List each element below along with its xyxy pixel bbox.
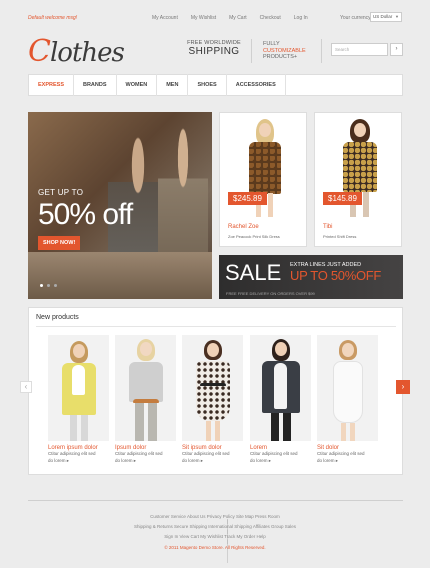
footer-link[interactable]: Track My Order <box>224 534 255 539</box>
product-card[interactable]: Lorem ipsum dolor Ctitur adipiscing elit… <box>48 335 109 464</box>
search-input[interactable]: Search <box>331 43 388 56</box>
hero-upto: GET UP TO <box>38 188 84 197</box>
hero-background <box>28 252 212 299</box>
product-name[interactable]: Rachel Zoe <box>228 224 259 230</box>
logo[interactable]: Clothes <box>28 34 125 69</box>
divider <box>321 39 322 63</box>
nav-item-shoes[interactable]: SHOES <box>188 74 227 96</box>
product-more-link[interactable]: do lorem ▸ <box>250 458 311 464</box>
product-more-link[interactable]: do lorem ▸ <box>182 458 243 464</box>
slider-dot[interactable] <box>54 284 57 287</box>
product-desc: Zoe Peacock Print Silk Dress <box>228 234 280 239</box>
my-wishlist-link[interactable]: My Wishlist <box>191 15 216 21</box>
welcome-message: Default welcome msg! <box>28 15 78 21</box>
shipping-banner: FREE WORLDWIDE SHIPPING <box>186 40 242 57</box>
login-link[interactable]: Log In <box>294 15 308 21</box>
customizable-banner: FULLY CUSTOMIZABLE PRODUCTS+ <box>263 41 306 60</box>
product-price: $145.89 <box>323 192 362 205</box>
footer-link[interactable]: Customer Service <box>150 514 186 519</box>
product-image[interactable] <box>182 335 243 441</box>
product-more-link[interactable]: do lorem ▸ <box>115 458 176 464</box>
footer-links-row: Sign In| View Cart| My Wishlist| Track M… <box>0 534 430 563</box>
hero-discount: 50% off <box>38 198 133 231</box>
divider <box>251 39 252 63</box>
footer-links-row: Shipping & Returns| Secure Shipping| Int… <box>0 524 430 553</box>
footer-link[interactable]: Press Room <box>255 514 280 519</box>
carousel-next-button[interactable]: › <box>396 380 410 394</box>
footer-links-row: Customer Service| About Us| Privacy Poli… <box>0 514 430 543</box>
footer-link[interactable]: Secure Shipping <box>174 524 207 529</box>
product-desc: Ctitur adipiscing elit sed <box>48 451 96 456</box>
main-nav: EXPRESS BRANDS WOMEN MEN SHOES ACCESSORI… <box>28 74 403 96</box>
shipping-line2: SHIPPING <box>188 46 240 57</box>
checkout-link[interactable]: Checkout <box>260 15 281 21</box>
currency-select[interactable]: US Dollar ▼ <box>370 12 402 22</box>
product-more-link[interactable]: do lorem ▸ <box>48 458 109 464</box>
currency-label: Your currency: <box>340 15 373 21</box>
sale-banner[interactable]: SALE EXTRA LINES JUST ADDED UP TO 50%OFF… <box>219 255 403 299</box>
nav-item-brands[interactable]: BRANDS <box>74 74 117 96</box>
product-desc: Ctitur adipiscing elit sed <box>182 451 230 456</box>
product-card[interactable]: Lorem Ctitur adipiscing elit sed do lore… <box>250 335 311 464</box>
footer-link[interactable]: Affiliates <box>253 524 270 529</box>
sale-discount: UP TO 50%OFF <box>290 268 382 283</box>
product-card[interactable]: Ipsum dolor Ctitur adipiscing elit sed d… <box>115 335 176 464</box>
carousel-prev-button[interactable]: ‹ <box>20 381 32 393</box>
account-links: My Account My Wishlist My Cart Checkout … <box>152 15 321 21</box>
product-image[interactable] <box>250 335 311 441</box>
sale-title: SALE <box>225 260 282 285</box>
product-image[interactable] <box>48 335 109 441</box>
my-account-link[interactable]: My Account <box>152 15 178 21</box>
slider-dot[interactable] <box>47 284 50 287</box>
site-header: Clothes FREE WORLDWIDE SHIPPING FULLY CU… <box>28 34 403 72</box>
product-desc: Ctitur adipiscing elit sed <box>250 451 298 456</box>
footer-link[interactable]: Shipping & Returns <box>134 524 173 529</box>
divider <box>36 326 396 327</box>
slider-dots <box>40 284 57 287</box>
nav-item-accessories[interactable]: ACCESSORIES <box>227 74 286 96</box>
footer-link[interactable]: About Us <box>187 514 206 519</box>
product-card[interactable]: Sit dolor Ctitur adipiscing elit sed do … <box>317 335 378 464</box>
product-name[interactable]: Tibi <box>323 224 332 230</box>
footer-link[interactable]: Help <box>257 534 266 539</box>
nav-item-men[interactable]: MEN <box>157 74 189 96</box>
my-cart-link[interactable]: My Cart <box>229 15 247 21</box>
product-desc: Ctitur adipiscing elit sed <box>317 451 365 456</box>
sale-delivery-note: FREE FREE DELIVERY ON ORDERS OVER $99 <box>226 291 315 296</box>
section-title: New products <box>36 314 79 321</box>
product-price: $245.89 <box>228 192 267 205</box>
footer-link[interactable]: International Shipping <box>208 524 252 529</box>
footer-link[interactable]: Privacy Policy <box>207 514 235 519</box>
footer-link[interactable]: Site Map <box>236 514 254 519</box>
slider-dot[interactable] <box>40 284 43 287</box>
currency-value: US Dollar <box>373 14 393 19</box>
promo-card[interactable]: $145.89 Tibi Printed Shift Dress <box>314 112 402 247</box>
chevron-down-icon: ▼ <box>395 14 399 19</box>
nav-item-women[interactable]: WOMEN <box>117 74 158 96</box>
top-bar: Default welcome msg! My Account My Wishl… <box>0 0 430 28</box>
copyright: © 2011 Magento Demo Store. All Rights Re… <box>164 545 266 550</box>
new-products-section: New products Lorem ipsum dolor Ctitur ad… <box>28 307 403 475</box>
product-more-link[interactable]: do lorem ▸ <box>317 458 378 464</box>
footer-link[interactable]: My Wishlist <box>200 534 223 539</box>
shop-now-button[interactable]: SHOP NOW! <box>38 236 81 250</box>
footer-link[interactable]: View Cart <box>180 534 199 539</box>
footer-divider <box>28 500 403 501</box>
footer-link[interactable]: Sign In <box>164 534 178 539</box>
nav-item-express[interactable]: EXPRESS <box>29 74 74 96</box>
product-image[interactable] <box>115 335 176 441</box>
promo-card[interactable]: $245.89 Rachel Zoe Zoe Peacock Print Sil… <box>219 112 307 247</box>
product-card[interactable]: Sit ipsum dolor Ctitur adipiscing elit s… <box>182 335 243 464</box>
product-desc: Printed Shift Dress <box>323 234 357 239</box>
hero-slider[interactable]: GET UP TO 50% off SHOP NOW! <box>28 112 212 299</box>
search-button[interactable]: › <box>390 43 403 56</box>
footer-link[interactable]: Group Sales <box>271 524 296 529</box>
product-desc: Ctitur adipiscing elit sed <box>115 451 163 456</box>
product-image[interactable] <box>317 335 378 441</box>
